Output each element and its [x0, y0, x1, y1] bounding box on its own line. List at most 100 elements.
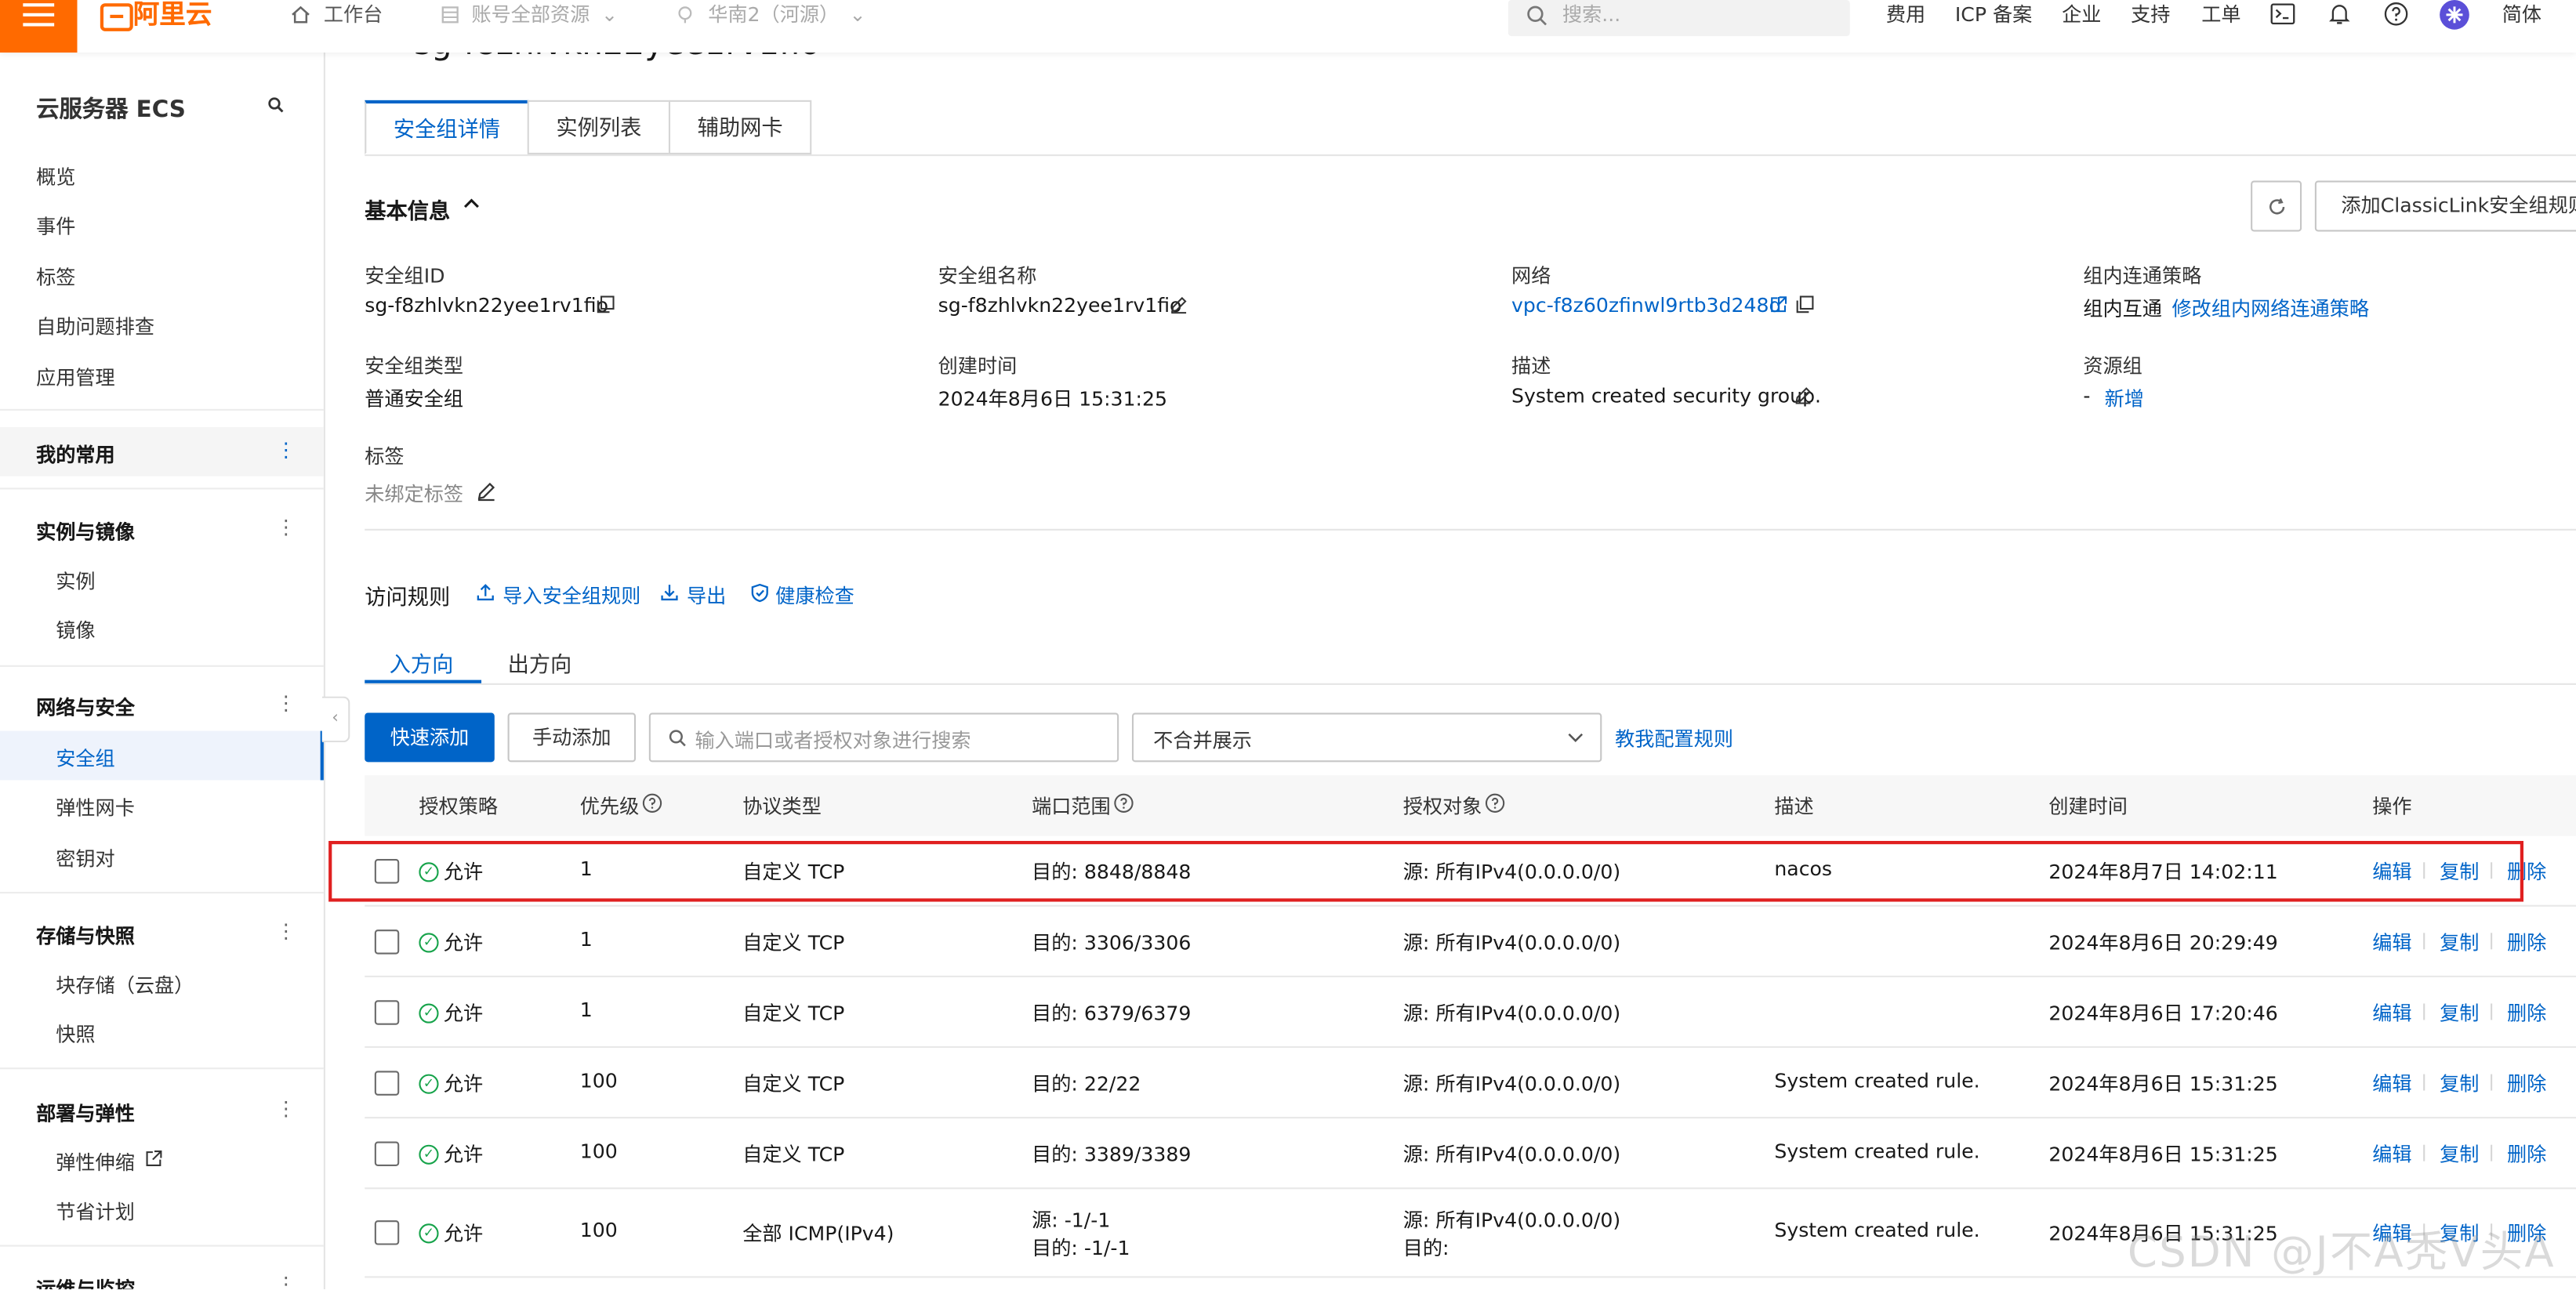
sidebar-group-instances[interactable]: 实例与镜像: [36, 517, 135, 545]
more-icon[interactable]: ⋮: [276, 516, 296, 538]
tab-instances[interactable]: 实例列表: [527, 100, 671, 154]
copy-icon[interactable]: [1796, 295, 1814, 313]
tab-inbound[interactable]: 入方向: [390, 647, 454, 678]
aliyun-logo[interactable]: 阿里云: [133, 0, 212, 30]
sidebar-item-overview[interactable]: 概览: [36, 162, 75, 190]
tab-inbound-indicator: [365, 679, 482, 683]
rule-port: 目的: 22/22: [1032, 1072, 1141, 1096]
modify-policy-link[interactable]: 修改组内网络连通策略: [2172, 294, 2370, 322]
help-icon[interactable]: [642, 793, 662, 813]
rules-title: 访问规则: [365, 586, 451, 611]
topbar-link-enterprise[interactable]: 企业: [2062, 0, 2101, 30]
region-dropdown[interactable]: 华南2（河源）: [708, 0, 839, 30]
topbar-link-support[interactable]: 支持: [2131, 0, 2170, 30]
copy-icon[interactable]: [597, 295, 615, 313]
add-classiclink-button[interactable]: 添加ClassicLink安全组规则: [2314, 180, 2576, 232]
language-switch[interactable]: 简体: [2502, 0, 2542, 30]
topbar-link-ticket[interactable]: 工单: [2201, 0, 2240, 30]
check-circle-icon: ✓: [419, 1144, 439, 1165]
topbar-link-icp[interactable]: ICP 备案: [1955, 0, 2032, 30]
more-icon[interactable]: ⋮: [276, 1273, 296, 1289]
sidebar-item-app-management[interactable]: 应用管理: [36, 363, 115, 391]
table-row: [365, 1118, 366, 1120]
home-icon: [291, 5, 310, 24]
delete-rule-button[interactable]: 删除: [2507, 998, 2546, 1027]
avatar[interactable]: [2440, 0, 2469, 30]
sidebar-collapse-icon[interactable]: ‹: [321, 696, 350, 743]
sidebar-item-eni[interactable]: 弹性网卡: [56, 793, 135, 821]
help-icon[interactable]: [1485, 793, 1505, 813]
sidebar-item-security-group[interactable]: 安全组: [56, 744, 114, 772]
tab-eni[interactable]: 辅助网卡: [668, 100, 812, 154]
display-mode-value: 不合并展示: [1153, 729, 1252, 752]
chevron-up-icon[interactable]: [463, 197, 480, 208]
sidebar-item-instance[interactable]: 实例: [56, 567, 95, 595]
refresh-icon: [2267, 197, 2287, 216]
topbar-link-fees[interactable]: 费用: [1886, 0, 1925, 30]
more-icon[interactable]: ⋮: [276, 691, 296, 714]
help-icon[interactable]: [2384, 2, 2408, 26]
vpc-link[interactable]: vpc-f8z60zfinwl9rtb3d248d: [1511, 294, 1781, 317]
sidebar-group-network[interactable]: 网络与安全: [36, 693, 135, 721]
row-checkbox[interactable]: [374, 929, 400, 955]
manual-add-button[interactable]: 手动添加: [507, 712, 637, 763]
sidebar-item-events[interactable]: 事件: [36, 212, 75, 240]
row-checkbox[interactable]: [374, 1141, 400, 1166]
more-icon[interactable]: ⋮: [276, 439, 296, 462]
edit-icon[interactable]: [1794, 386, 1812, 404]
help-icon[interactable]: [1114, 793, 1134, 813]
copy-rule-button[interactable]: 复制: [2440, 998, 2479, 1027]
bell-icon[interactable]: [2328, 2, 2351, 26]
sidebar-favorites[interactable]: 我的常用: [36, 440, 115, 469]
row-checkbox[interactable]: [374, 1000, 400, 1025]
sidebar-item-image[interactable]: 镜像: [56, 616, 95, 644]
edit-icon[interactable]: [477, 481, 496, 502]
edit-rule-button[interactable]: 编辑: [2372, 928, 2411, 956]
delete-rule-button[interactable]: 删除: [2507, 1069, 2546, 1097]
sidebar-item-keypair[interactable]: 密钥对: [56, 844, 114, 872]
copy-rule-button[interactable]: 复制: [2440, 1069, 2479, 1097]
more-icon[interactable]: ⋮: [276, 1097, 296, 1120]
delete-rule-button[interactable]: 删除: [2507, 1140, 2546, 1168]
menu-icon[interactable]: [0, 0, 78, 53]
sidebar-item-savings-plan[interactable]: 节省计划: [56, 1198, 135, 1226]
import-rules-link[interactable]: 导入安全组规则: [503, 582, 640, 610]
delete-rule-button[interactable]: 删除: [2507, 928, 2546, 956]
edit-icon[interactable]: [1170, 295, 1188, 314]
quick-add-button[interactable]: 快速添加: [365, 712, 495, 763]
global-search-input[interactable]: 搜索...: [1508, 0, 1850, 37]
workbench-link[interactable]: 工作台: [324, 0, 383, 30]
sidebar-item-troubleshoot[interactable]: 自助问题排查: [36, 312, 154, 340]
tab-sg-details[interactable]: 安全组详情: [365, 100, 529, 154]
export-link[interactable]: 导出: [687, 582, 726, 610]
sidebar-search-icon[interactable]: [268, 97, 285, 114]
more-icon[interactable]: ⋮: [276, 920, 296, 943]
sidebar-item-block-storage[interactable]: 块存储（云盘）: [56, 971, 194, 999]
health-check-link[interactable]: 健康检查: [775, 582, 854, 610]
tab-outbound[interactable]: 出方向: [508, 647, 572, 678]
col-priority: 优先级: [579, 795, 640, 818]
edit-rule-button[interactable]: 编辑: [2372, 1069, 2411, 1097]
terminal-icon[interactable]: [2270, 3, 2295, 25]
sidebar-item-snapshot[interactable]: 快照: [56, 1020, 95, 1048]
external-link-icon[interactable]: [1769, 295, 1787, 313]
edit-rule-button[interactable]: 编辑: [2372, 1140, 2411, 1168]
refresh-button[interactable]: [2251, 180, 2302, 232]
sidebar-item-tags[interactable]: 标签: [36, 263, 75, 291]
rule-protocol: 全部 ICMP(IPv4): [742, 1222, 894, 1245]
sidebar-group-storage[interactable]: 存储与快照: [36, 922, 135, 950]
help-config-link[interactable]: 教我配置规则: [1615, 724, 1733, 752]
sidebar-group-ops[interactable]: 运维与监控: [36, 1274, 135, 1289]
sidebar-item-autoscaling[interactable]: 弹性伸缩: [56, 1148, 135, 1176]
edit-rule-button[interactable]: 编辑: [2372, 998, 2411, 1027]
row-checkbox[interactable]: [374, 1220, 400, 1245]
basic-info-title[interactable]: 基本信息: [365, 194, 450, 225]
rule-search-input[interactable]: 输入端口或者授权对象进行搜索: [648, 712, 1119, 763]
rg-add-link[interactable]: 新增: [2105, 384, 2144, 412]
copy-rule-button[interactable]: 复制: [2440, 1140, 2479, 1168]
account-resources-dropdown[interactable]: 账号全部资源: [471, 0, 590, 30]
row-checkbox[interactable]: [374, 1071, 400, 1096]
display-mode-select[interactable]: 不合并展示: [1131, 712, 1602, 763]
copy-rule-button[interactable]: 复制: [2440, 928, 2479, 956]
sidebar-group-deployment[interactable]: 部署与弹性: [36, 1099, 135, 1127]
